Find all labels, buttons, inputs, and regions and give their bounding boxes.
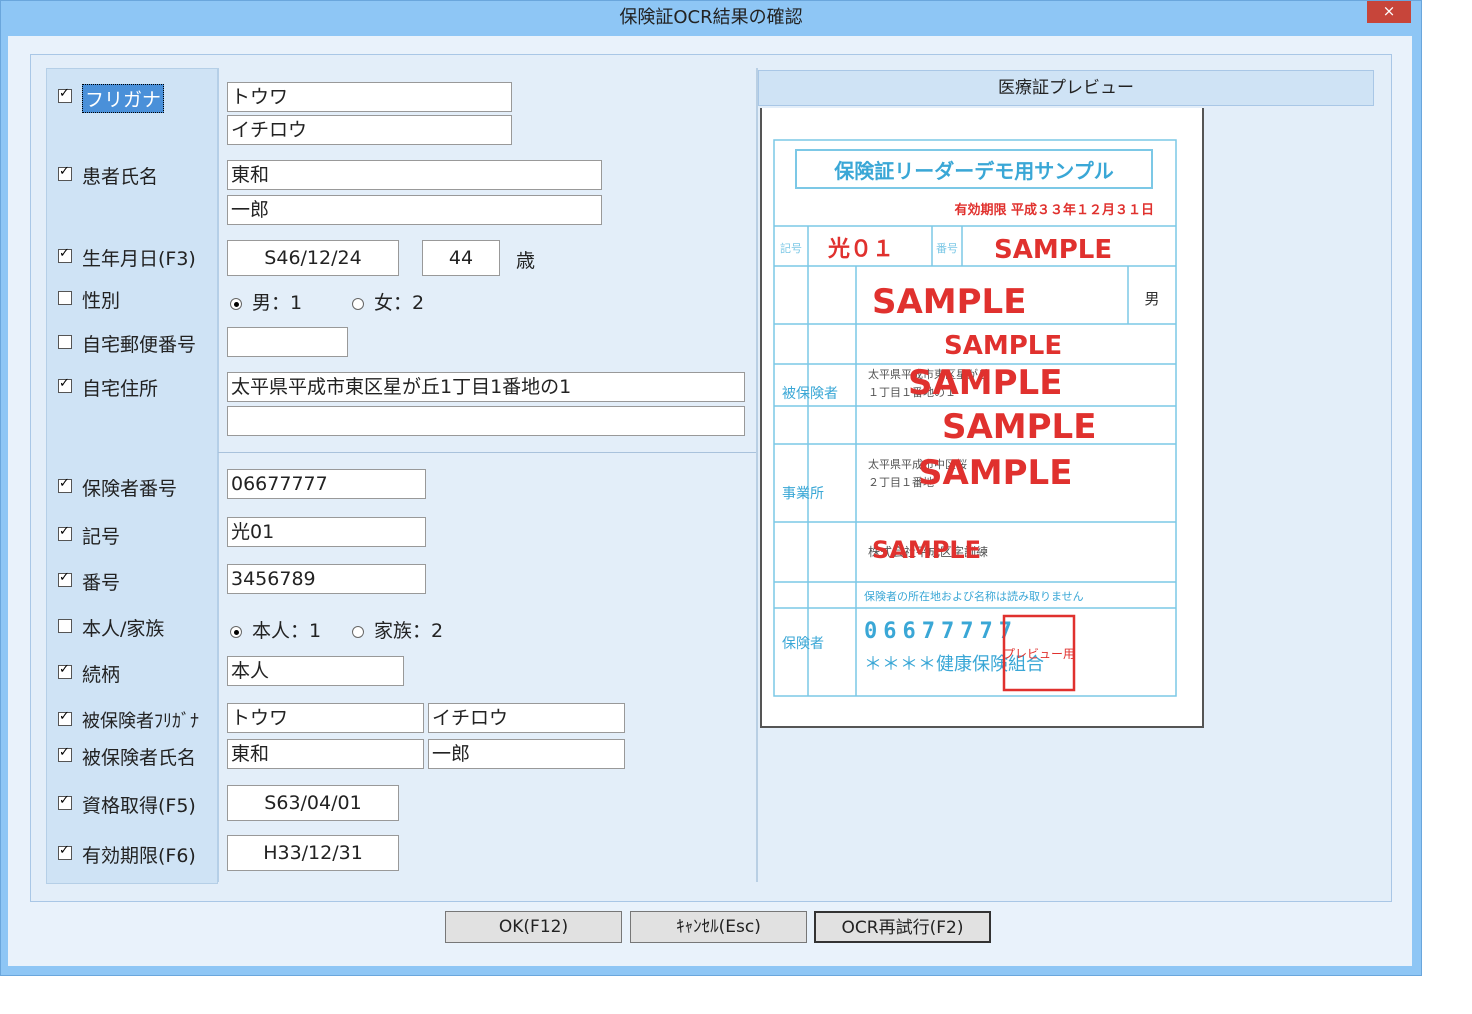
window-title: 保険証OCR結果の確認	[619, 7, 803, 28]
gender-male-radio[interactable]: 男：1	[230, 288, 302, 315]
card-seal-text: プレビュー用	[1003, 647, 1075, 661]
name-last-input[interactable]: 東和	[227, 160, 602, 190]
radio-dot	[352, 297, 364, 310]
furigana-first-input[interactable]: イチロウ	[227, 115, 512, 145]
expiry-input[interactable]: H33/12/31	[227, 835, 399, 871]
card-drawing: 保険証リーダーデモ用サンプル 有効期限 平成３３年１２月３１日 記号 光０１ 番…	[773, 139, 1177, 697]
furigana-checkbox[interactable]	[58, 86, 72, 103]
card-sample-7: SAMPLE	[872, 536, 981, 564]
card-expiry: 有効期限 平成３３年１２月３１日	[954, 202, 1154, 218]
relation-input[interactable]: 本人	[227, 656, 404, 686]
insured-kana-label: 被保険者ﾌﾘｶﾞﾅ	[82, 711, 199, 732]
card-insurer-digits: 06677777	[864, 619, 1018, 644]
furigana-label: フリガナ	[82, 84, 165, 113]
gender-label: 性別	[82, 290, 121, 312]
insurance-card-image: 保険証リーダーデモ用サンプル 有効期限 平成３３年１２月３１日 記号 光０１ 番…	[772, 138, 1177, 698]
insured-kana-first-input[interactable]: イチロウ	[428, 703, 625, 733]
card-sample-6: SAMPLE	[918, 453, 1072, 493]
zip-checkbox[interactable]	[58, 335, 72, 349]
cancel-button[interactable]: ｷｬﾝｾﾙ(Esc)	[630, 911, 807, 943]
age-input[interactable]: 44	[422, 240, 500, 276]
insurer-no-label: 保険者番号	[82, 478, 178, 500]
number-checkbox[interactable]	[58, 570, 72, 587]
gender-female-radio[interactable]: 女：2	[352, 288, 424, 315]
insurer-no-checkbox[interactable]	[58, 476, 72, 493]
name-checkbox[interactable]	[58, 164, 72, 181]
insured-kana-checkbox[interactable]	[58, 709, 72, 726]
family-radio-label: 家族：2	[374, 620, 444, 642]
card-insured-label: 被保険者	[782, 386, 838, 402]
card-office-label: 事業所	[782, 486, 824, 502]
zip-input[interactable]	[227, 327, 348, 357]
insured-name-last-input[interactable]: 東和	[227, 739, 424, 769]
zip-label: 自宅郵便番号	[82, 334, 197, 356]
address-line1-input[interactable]: 太平県平成市東区星が丘1丁目1番地の1	[227, 372, 745, 402]
expiry-checkbox[interactable]	[58, 843, 72, 860]
radio-dot	[230, 297, 242, 310]
address-label: 自宅住所	[82, 378, 159, 400]
insured-name-label: 被保険者氏名	[82, 747, 197, 769]
card-sample-1: SAMPLE	[994, 235, 1112, 265]
card-sample-3: SAMPLE	[944, 331, 1062, 361]
family-radio[interactable]: 家族：2	[352, 616, 443, 643]
number-label: 番号	[82, 572, 121, 594]
insured-name-checkbox[interactable]	[58, 745, 72, 762]
birthday-input[interactable]: S46/12/24	[227, 240, 399, 276]
card-sample-2: SAMPLE	[872, 282, 1026, 322]
card-sample-5: SAMPLE	[942, 407, 1096, 447]
address-line2-input[interactable]	[227, 406, 745, 436]
self-family-checkbox[interactable]	[58, 619, 72, 633]
address-checkbox[interactable]	[58, 376, 72, 393]
close-button[interactable]: ×	[1367, 1, 1411, 23]
furigana-last-input[interactable]: トウワ	[227, 82, 512, 112]
symbol-checkbox[interactable]	[58, 524, 72, 541]
insured-name-first-input[interactable]: 一郎	[428, 739, 625, 769]
symbol-input[interactable]: 光01	[227, 517, 426, 547]
qualified-label: 資格取得(F5)	[82, 795, 196, 817]
card-insurer-label: 保険者	[782, 636, 824, 652]
card-gender: 男	[1144, 290, 1159, 308]
radio-dot	[230, 625, 242, 638]
birthday-checkbox[interactable]	[58, 246, 72, 263]
gender-female-label: 女：2	[374, 292, 425, 314]
self-radio-label: 本人：1	[252, 620, 322, 642]
ok-button[interactable]: OK(F12)	[445, 911, 622, 943]
relation-label: 続柄	[82, 664, 121, 686]
radio-dot	[352, 625, 364, 638]
self-radio[interactable]: 本人：1	[230, 616, 321, 643]
name-label: 患者氏名	[82, 166, 159, 188]
insurer-no-input[interactable]: 06677777	[227, 469, 426, 499]
preview-title: 医療証プレビュー	[758, 70, 1374, 106]
number-input[interactable]: 3456789	[227, 564, 426, 594]
card-title: 保険証リーダーデモ用サンプル	[833, 159, 1113, 183]
self-family-label: 本人/家族	[82, 618, 165, 640]
card-symbol-value: 光０１	[827, 237, 894, 262]
ocr-retry-button[interactable]: OCR再試行(F2)	[814, 911, 991, 943]
expiry-label: 有効期限(F6)	[82, 845, 196, 867]
relation-checkbox[interactable]	[58, 662, 72, 679]
name-first-input[interactable]: 一郎	[227, 195, 602, 225]
gender-male-label: 男：1	[252, 292, 303, 314]
card-symbol-label: 記号	[780, 241, 802, 255]
section-divider	[218, 452, 756, 453]
insured-kana-last-input[interactable]: トウワ	[227, 703, 424, 733]
card-insurer-note: 保険者の所在地および名称は読み取りません	[864, 589, 1084, 603]
card-number-label: 番号	[936, 242, 958, 255]
card-sample-4: SAMPLE	[908, 363, 1062, 403]
birthday-label: 生年月日(F3)	[82, 248, 196, 270]
symbol-label: 記号	[82, 526, 121, 548]
age-unit: 歳	[516, 250, 536, 272]
gender-checkbox[interactable]	[58, 291, 72, 305]
qualified-input[interactable]: S63/04/01	[227, 785, 399, 821]
qualified-checkbox[interactable]	[58, 793, 72, 810]
